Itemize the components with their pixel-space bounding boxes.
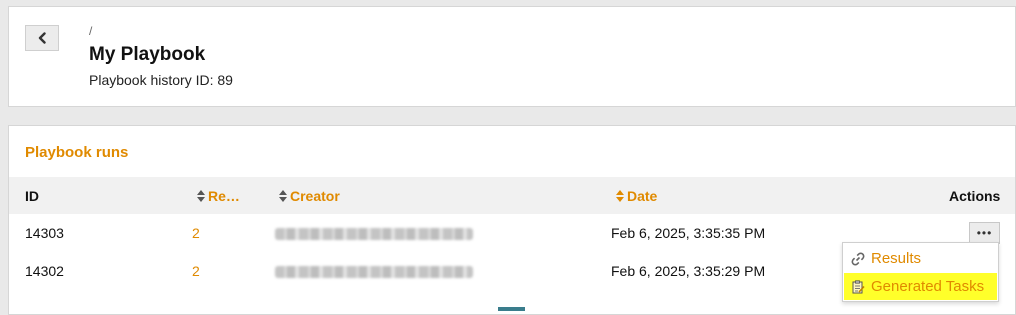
playbook-history-id: Playbook history ID: 89 [89, 72, 233, 88]
column-header-id: ID [25, 188, 39, 204]
sort-icon [197, 190, 205, 202]
panel-title: Playbook runs [25, 144, 129, 161]
page-title: My Playbook [89, 44, 206, 65]
results-count-link[interactable]: 2 [192, 225, 200, 241]
menu-item-results[interactable]: Results [844, 245, 997, 272]
run-id: 14302 [25, 263, 64, 279]
row-actions-menu-button[interactable]: ••• [969, 222, 1000, 244]
results-count-link[interactable]: 2 [192, 263, 200, 279]
table-header: ID Re… Creator Date Actions [9, 177, 1015, 214]
creator-redacted [275, 265, 473, 281]
column-header-date-label: Date [627, 188, 658, 204]
sort-icon [616, 190, 624, 202]
column-header-results-label: Re… [208, 188, 240, 204]
column-header-actions: Actions [949, 188, 1001, 204]
menu-item-label: Generated Tasks [871, 278, 985, 295]
chevron-left-icon [38, 32, 46, 44]
playbook-header: / My Playbook Playbook history ID: 89 [8, 6, 1016, 107]
column-header-creator[interactable]: Creator [279, 188, 340, 204]
task-icon [852, 280, 865, 294]
breadcrumb: / [89, 24, 93, 38]
column-header-creator-label: Creator [290, 188, 340, 204]
column-header-results[interactable]: Re… [197, 188, 240, 204]
sort-icon [279, 190, 287, 202]
menu-item-generated-tasks[interactable]: Generated Tasks [844, 273, 997, 300]
menu-item-label: Results [871, 250, 922, 267]
column-header-date[interactable]: Date [616, 188, 657, 204]
run-id: 14303 [25, 225, 64, 241]
pagination-indicator[interactable] [498, 307, 525, 311]
row-actions-dropdown: Results Generated Tasks [842, 242, 999, 302]
run-date: Feb 6, 2025, 3:35:29 PM [611, 263, 766, 279]
run-date: Feb 6, 2025, 3:35:35 PM [611, 225, 766, 241]
creator-redacted [275, 227, 473, 243]
link-icon [851, 252, 865, 266]
back-button[interactable] [25, 25, 59, 51]
